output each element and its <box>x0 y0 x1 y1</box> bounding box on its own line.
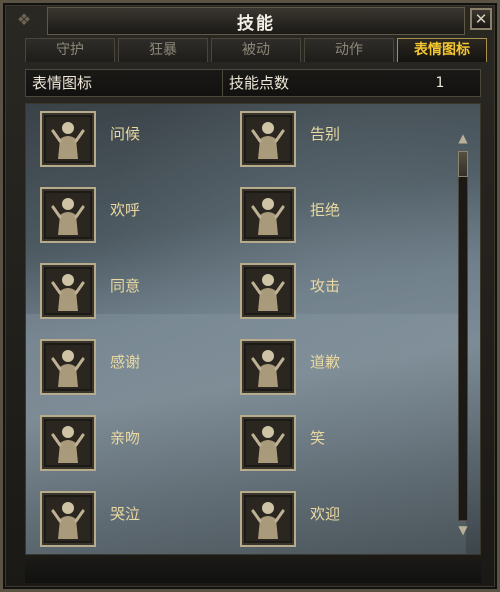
emote-item[interactable]: 攻击 <box>240 263 440 327</box>
emote-label: 拒绝 <box>310 201 341 219</box>
scrollbar[interactable]: ▲ ▼ <box>452 131 474 541</box>
apology-emote-icon[interactable] <box>240 339 296 395</box>
tab-bar: 守护 狂暴 被动 动作 表情图标 <box>25 38 487 62</box>
emote-item[interactable]: 亲吻 <box>40 415 240 479</box>
tab-guard[interactable]: 守护 <box>25 38 115 62</box>
cheer-emote-icon[interactable] <box>40 187 96 243</box>
scroll-track[interactable] <box>458 151 468 521</box>
emote-label: 道歉 <box>310 353 341 371</box>
category-label: 表情图标 <box>26 70 223 96</box>
tab-action[interactable]: 动作 <box>304 38 394 62</box>
emote-label: 哭泣 <box>110 505 141 523</box>
thanks-emote-icon[interactable] <box>40 339 96 395</box>
emote-label: 同意 <box>110 277 141 295</box>
emote-label: 告别 <box>310 125 341 143</box>
emote-label: 攻击 <box>310 277 341 295</box>
welcome-emote-icon[interactable] <box>240 491 296 547</box>
scroll-up-icon[interactable]: ▲ <box>452 131 474 145</box>
emote-item[interactable]: 告别 <box>240 111 440 175</box>
farewell-emote-icon[interactable] <box>240 111 296 167</box>
bottom-frame <box>25 559 481 583</box>
emote-label: 问候 <box>110 125 141 143</box>
laugh-emote-icon[interactable] <box>240 415 296 471</box>
scroll-down-icon[interactable]: ▼ <box>452 523 474 537</box>
emote-item[interactable]: 笑 <box>240 415 440 479</box>
skill-points-label: 技能点数 <box>229 74 290 92</box>
emote-item[interactable]: 哭泣 <box>40 491 240 554</box>
emote-item[interactable]: 同意 <box>40 263 240 327</box>
emote-item[interactable]: 欢迎 <box>240 491 440 554</box>
emote-item[interactable]: 道歉 <box>240 339 440 403</box>
attack-emote-icon[interactable] <box>240 263 296 319</box>
emote-item[interactable]: 欢呼 <box>40 187 240 251</box>
agree-emote-icon[interactable] <box>40 263 96 319</box>
skill-points-value: 1 <box>435 75 445 91</box>
tab-berserk[interactable]: 狂暴 <box>118 38 208 62</box>
title-bar: 技能 <box>47 7 465 35</box>
emote-item[interactable]: 感谢 <box>40 339 240 403</box>
emote-label: 感谢 <box>110 353 141 371</box>
greeting-emote-icon[interactable] <box>40 111 96 167</box>
emote-label: 欢呼 <box>110 201 141 219</box>
emote-item[interactable]: 问候 <box>40 111 240 175</box>
refuse-emote-icon[interactable] <box>240 187 296 243</box>
tab-emotes[interactable]: 表情图标 <box>397 38 487 62</box>
tab-passive[interactable]: 被动 <box>211 38 301 62</box>
skill-window: ❖ 技能 ✕ 守护 狂暴 被动 动作 表情图标 表情图标 技能点数 1 问候 告别… <box>0 0 500 592</box>
ornament-icon: ❖ <box>16 10 32 29</box>
cry-emote-icon[interactable] <box>40 491 96 547</box>
emote-list: 问候 告别欢呼 拒绝同意 攻击感谢 道歉亲吻 笑哭泣 欢迎 <box>25 103 481 555</box>
emote-label: 亲吻 <box>110 429 141 447</box>
info-bar: 表情图标 技能点数 1 <box>25 69 481 97</box>
window-title: 技能 <box>237 13 275 34</box>
kiss-emote-icon[interactable] <box>40 415 96 471</box>
scroll-thumb[interactable] <box>458 151 468 177</box>
emote-item[interactable]: 拒绝 <box>240 187 440 251</box>
skill-points: 技能点数 1 <box>223 70 480 96</box>
emote-label: 欢迎 <box>310 505 341 523</box>
emote-label: 笑 <box>310 429 326 447</box>
close-button[interactable]: ✕ <box>470 8 492 30</box>
